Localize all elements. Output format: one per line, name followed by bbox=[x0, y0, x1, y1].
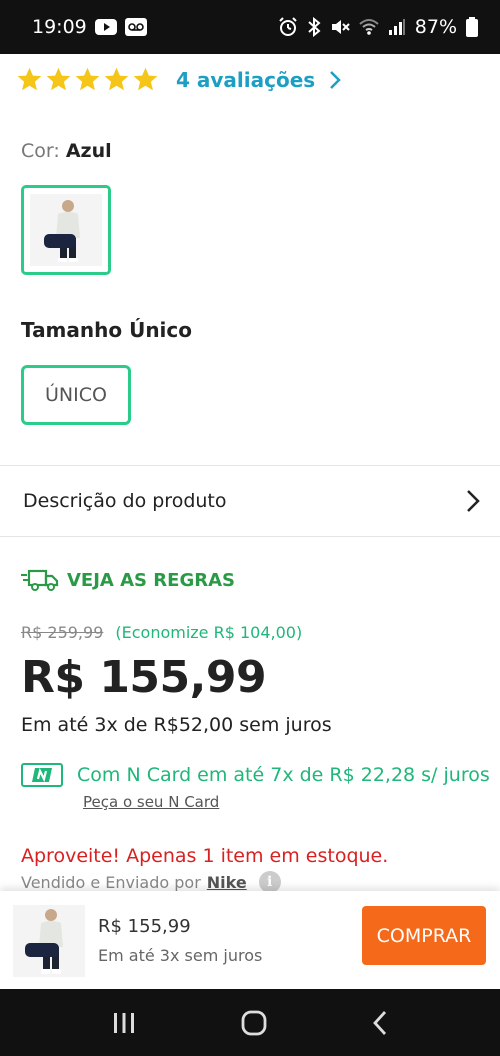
seller-link[interactable]: Nike bbox=[207, 873, 247, 892]
chevron-right-icon bbox=[330, 70, 341, 89]
color-label: Cor: Azul bbox=[21, 140, 112, 162]
color-prefix: Cor: bbox=[21, 140, 60, 162]
rating-row[interactable]: 4 avaliações bbox=[16, 66, 341, 93]
battery-icon bbox=[466, 17, 478, 37]
shipping-rules-label: VEJA AS REGRAS bbox=[67, 569, 235, 591]
product-image bbox=[13, 905, 85, 977]
purchase-bar-price: R$ 155,99 bbox=[98, 916, 191, 937]
star-icon bbox=[75, 67, 100, 91]
star-icon bbox=[46, 67, 71, 91]
back-icon[interactable] bbox=[371, 1010, 389, 1036]
star-icon bbox=[17, 67, 42, 91]
status-bar: 19:09 87% bbox=[0, 0, 500, 54]
old-price: R$ 259,99 bbox=[21, 623, 104, 642]
product-image bbox=[30, 194, 102, 266]
color-value: Azul bbox=[65, 140, 112, 162]
purchase-bar-thumbnail bbox=[13, 905, 85, 977]
status-time: 19:09 bbox=[32, 16, 87, 38]
request-ncard-link[interactable]: Peça o seu N Card bbox=[83, 793, 219, 811]
reviews-count-label: 4 avaliações bbox=[176, 67, 316, 92]
color-option-thumbnail[interactable] bbox=[21, 185, 111, 275]
reviews-link[interactable]: 4 avaliações bbox=[176, 68, 341, 92]
youtube-icon bbox=[94, 19, 117, 35]
wifi-icon bbox=[359, 18, 379, 36]
savings-text: (Economize R$ 104,00) bbox=[115, 623, 303, 642]
alarm-icon bbox=[278, 17, 298, 37]
product-description-row[interactable]: Descrição do produto bbox=[0, 466, 500, 536]
info-icon[interactable]: i bbox=[258, 871, 281, 893]
signal-icon bbox=[388, 18, 406, 36]
size-option-unico[interactable]: ÚNICO bbox=[21, 365, 131, 425]
recent-apps-icon[interactable] bbox=[111, 1011, 137, 1035]
ncard-row: Com N Card em até 7x de R$ 22,28 s/ juro… bbox=[21, 763, 490, 787]
star-icon bbox=[104, 67, 129, 91]
installments-text: Em até 3x de R$52,00 sem juros bbox=[21, 714, 332, 736]
old-price-row: R$ 259,99 (Economize R$ 104,00) bbox=[21, 623, 302, 642]
delivery-truck-icon bbox=[21, 569, 59, 591]
buy-button[interactable]: COMPRAR bbox=[362, 906, 486, 965]
ncard-offer-text: Com N Card em até 7x de R$ 22,28 s/ juro… bbox=[77, 764, 490, 786]
bluetooth-icon bbox=[307, 17, 321, 37]
star-icon bbox=[133, 67, 158, 91]
ncard-logo-icon bbox=[21, 763, 63, 787]
voicemail-icon bbox=[124, 18, 147, 36]
battery-percent: 87% bbox=[414, 16, 457, 38]
rating-stars bbox=[16, 66, 159, 93]
mute-icon bbox=[330, 17, 350, 37]
size-title: Tamanho Único bbox=[21, 318, 193, 342]
shipping-rules-link[interactable]: VEJA AS REGRAS bbox=[21, 568, 235, 592]
home-icon[interactable] bbox=[240, 1009, 268, 1037]
divider bbox=[0, 536, 500, 537]
sold-by-row: Vendido e Enviado por Nike i bbox=[21, 871, 281, 893]
description-label: Descrição do produto bbox=[23, 490, 227, 512]
purchase-bar: R$ 155,99 Em até 3x sem juros COMPRAR bbox=[0, 891, 500, 989]
chevron-right-icon bbox=[467, 490, 480, 512]
system-nav-bar bbox=[0, 989, 500, 1056]
purchase-bar-installments: Em até 3x sem juros bbox=[98, 946, 263, 965]
sold-by-prefix: Vendido e Enviado por bbox=[21, 872, 201, 892]
stock-alert: Aproveite! Apenas 1 item em estoque. bbox=[21, 845, 389, 867]
current-price: R$ 155,99 bbox=[21, 652, 267, 703]
